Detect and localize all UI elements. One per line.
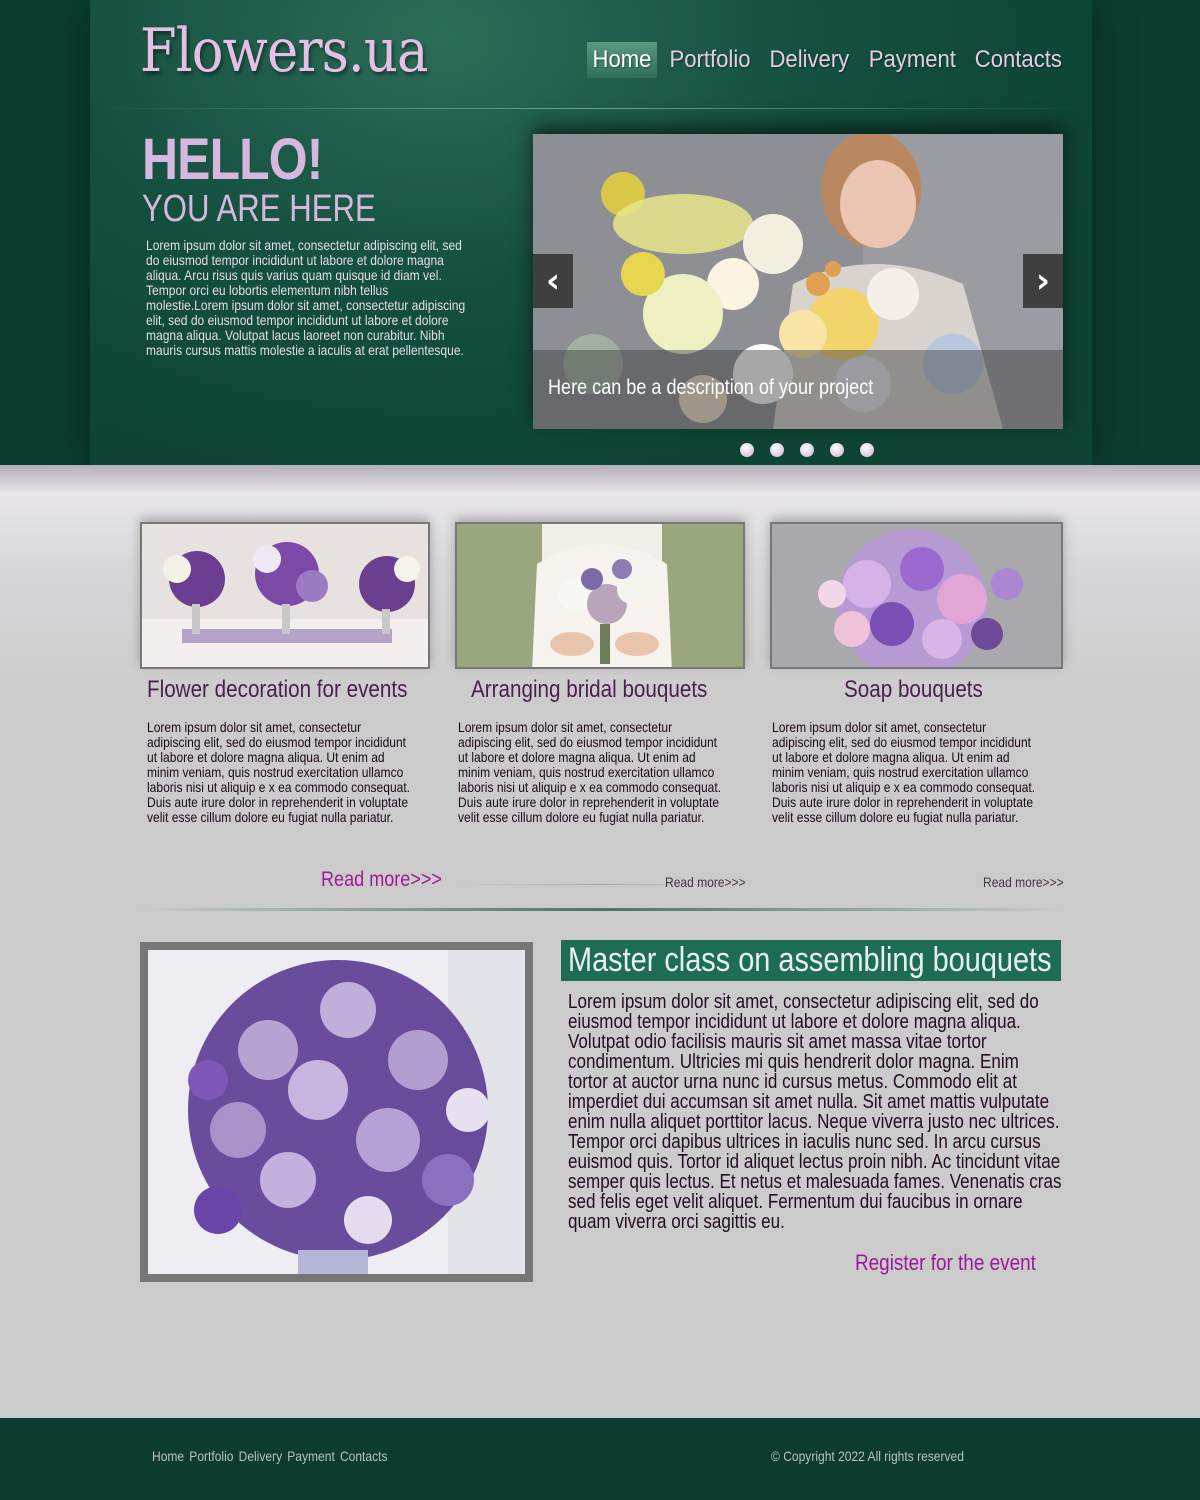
service-photo-bridal[interactable] <box>455 522 745 669</box>
read-more-link-bridal[interactable]: Read more>>> <box>665 874 746 890</box>
hero-paragraph: Lorem ipsum dolor sit amet, consectetur … <box>146 237 466 358</box>
master-class-photo <box>140 942 533 1282</box>
slider-caption: Here can be a description of your projec… <box>548 376 874 399</box>
service-title-events: Flower decoration for events <box>147 676 408 703</box>
nav-contacts[interactable]: Contacts <box>970 42 1068 78</box>
service-text-bridal: Lorem ipsum dolor sit amet, consectetur … <box>458 719 722 825</box>
register-event-link[interactable]: Register for the event <box>855 1250 1036 1276</box>
slider-dot-5[interactable] <box>860 443 874 457</box>
read-more-link-soap[interactable]: Read more>>> <box>983 874 1064 890</box>
hero-subtitle: YOU ARE HERE <box>142 188 376 230</box>
copyright: © Copyright 2022 All rights reserved <box>771 1448 964 1464</box>
chevron-left-icon[interactable]: ‹ <box>533 254 573 308</box>
events-flowers-image <box>142 524 428 667</box>
slider-dot-3[interactable] <box>800 443 814 457</box>
lavender-bouquet-image <box>148 950 525 1274</box>
hero-title: HELLO! <box>142 127 323 192</box>
soap-bouquet-image <box>772 524 1061 667</box>
service-title-soap: Soap bouquets <box>844 676 983 703</box>
header-divider <box>90 108 1092 109</box>
service-photo-events[interactable] <box>140 522 430 669</box>
footer-link-home[interactable]: Home <box>152 1448 184 1464</box>
nav-payment[interactable]: Payment <box>863 42 961 78</box>
image-slider[interactable]: Here can be a description of your projec… <box>533 134 1063 429</box>
slider-caption-bar: Here can be a description of your projec… <box>533 350 1063 429</box>
footer-nav: Home Portfolio Delivery Payment Contacts <box>152 1448 387 1464</box>
service-text-soap: Lorem ipsum dolor sit amet, consectetur … <box>772 719 1036 825</box>
bridal-bouquet-image <box>457 524 743 667</box>
read-more-link-events[interactable]: Read more>>> <box>321 868 442 892</box>
slider-dot-4[interactable] <box>830 443 844 457</box>
chevron-right-icon[interactable]: › <box>1023 254 1063 308</box>
main-nav: Home Portfolio Delivery Payment Contacts <box>584 42 1072 78</box>
hero-text: Lorem ipsum dolor sit amet, consectetur … <box>146 238 477 358</box>
slider-dot-1[interactable] <box>740 443 754 457</box>
service-text-events: Lorem ipsum dolor sit amet, consectetur … <box>147 719 411 825</box>
section-divider <box>140 908 1064 911</box>
nav-portfolio[interactable]: Portfolio <box>664 42 756 78</box>
nav-delivery[interactable]: Delivery <box>764 42 855 78</box>
footer-link-delivery[interactable]: Delivery <box>239 1448 282 1464</box>
footer-link-portfolio[interactable]: Portfolio <box>189 1448 233 1464</box>
service-photo-soap[interactable] <box>770 522 1063 669</box>
nav-home[interactable]: Home <box>587 42 657 78</box>
service-title-bridal: Arranging bridal bouquets <box>471 676 708 703</box>
master-class-text: Lorem ipsum dolor sit amet, consectetur … <box>568 991 1062 1233</box>
footer-link-contacts[interactable]: Contacts <box>340 1448 388 1464</box>
master-class-heading-bar: Master class on assembling bouquets <box>561 940 1061 981</box>
slider-dot-2[interactable] <box>770 443 784 457</box>
site-logo[interactable]: Flowers.ua <box>140 16 428 86</box>
slider-pagination <box>740 443 874 457</box>
footer-link-payment[interactable]: Payment <box>287 1448 335 1464</box>
master-class-heading: Master class on assembling bouquets <box>568 941 1052 979</box>
